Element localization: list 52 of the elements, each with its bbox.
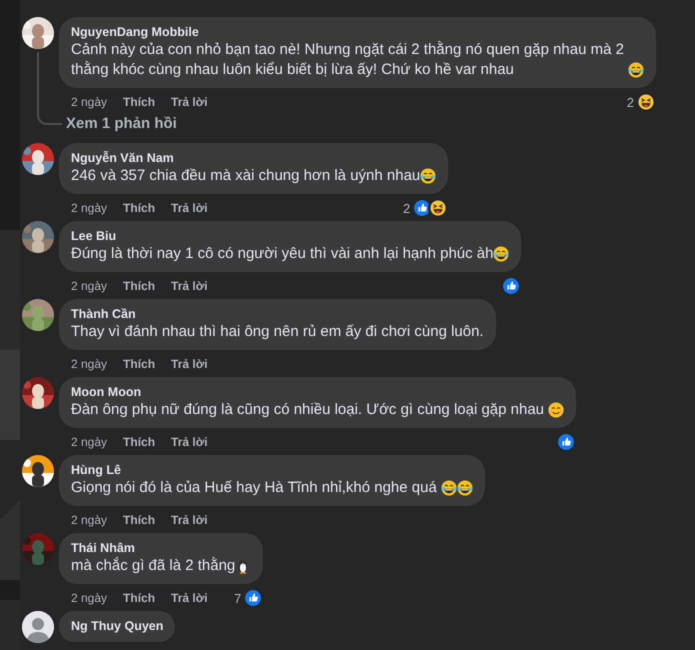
thumbs-up-icon — [243, 588, 264, 608]
like-link[interactable]: Thích — [123, 201, 156, 215]
time-link[interactable]: 2 ngày — [71, 201, 108, 215]
view-replies-link[interactable]: Xem 1 phản hồi — [66, 114, 177, 134]
time-link[interactable]: 2 ngày — [71, 591, 108, 605]
reaction-count: 2 — [403, 200, 410, 216]
time-link[interactable]: 2 ngày — [71, 357, 108, 371]
like-link[interactable]: Thích — [123, 591, 156, 605]
reply-link[interactable]: Trả lời — [171, 95, 208, 109]
thumbs-up-icon — [501, 276, 522, 296]
reply-link[interactable]: Trả lời — [171, 357, 208, 371]
comment-text: 246 và 357 chia đều mà xài chung hơn là uýnh nhau — [71, 166, 420, 186]
laughing-face-icon — [428, 198, 448, 218]
time-link[interactable]: 2 ngày — [71, 95, 108, 109]
like-link[interactable]: Thích — [123, 435, 156, 449]
laughing-face-icon — [636, 92, 656, 112]
author-name[interactable]: Thái Nhâm — [71, 540, 252, 556]
reaction-count: 2 — [626, 94, 634, 110]
tears-of-joy-icon — [493, 246, 510, 262]
author-name[interactable]: Moon Moon — [71, 384, 564, 400]
comment-text: Đúng là thời nay 1 cô có người yêu thì vài anh lại hạnh phúc àh — [71, 244, 494, 264]
reply-link[interactable]: Trả lời — [171, 279, 208, 293]
reply-link[interactable]: Trả lời — [171, 201, 208, 215]
comment-text: Thay vì đánh nhau thì hai ông nên rủ em ấy đi chơi cùng luôn. — [71, 322, 484, 342]
reply-link[interactable]: Trả lời — [171, 513, 208, 527]
author-name[interactable]: NguyenDang Mobbile — [71, 24, 644, 40]
author-name[interactable]: Hùng Lê — [71, 462, 473, 478]
tears-of-joy-icon — [420, 168, 436, 184]
time-link[interactable]: 2 ngày — [71, 435, 108, 449]
smiling-face-icon — [548, 402, 564, 418]
author-name[interactable]: Nguyễn Văn Nam — [71, 150, 436, 166]
like-link[interactable]: Thích — [123, 279, 156, 293]
author-name[interactable]: Thành Cần — [71, 306, 484, 322]
comment-text: mà chắc gì đã là 2 thằng — [71, 556, 236, 576]
author-name[interactable]: Ng Thuy Quyen — [71, 618, 164, 634]
like-link[interactable]: Thích — [123, 95, 156, 109]
comment-text: Đàn ông phụ nữ đúng là cũng có nhiều loại. Ước gì cùng loại gặp nhau — [71, 400, 546, 420]
like-link[interactable]: Thích — [123, 513, 156, 527]
like-link[interactable]: Thích — [123, 357, 156, 371]
comment-text: Cảnh này của con nhỏ bạn tao nè! Nhưng ngặt cái 2 thằng nó quen gặp nhau mà 2 thằng khóc cùng nhau luôn kiểu biết bị lừa ấy! Chứ ko hề var nhau — [71, 40, 625, 80]
tears-of-joy-icon — [628, 62, 644, 78]
tears-of-joy-icon — [440, 480, 457, 496]
time-link[interactable]: 2 ngày — [71, 279, 108, 293]
thumbs-up-icon — [556, 432, 576, 452]
comment-text: Giọng nói đó là của Huế hay Hà Tĩnh nhỉ,khó nghe quá — [71, 478, 438, 498]
tears-of-joy-icon — [456, 480, 473, 496]
reply-link[interactable]: Trả lời — [171, 591, 208, 605]
author-name[interactable]: Lee Biu — [71, 228, 510, 244]
time-link[interactable]: 2 ngày — [71, 513, 108, 527]
avatar-icon — [22, 611, 54, 643]
reply-link[interactable]: Trả lời — [171, 435, 208, 449]
reaction-count: 7 — [234, 590, 242, 606]
